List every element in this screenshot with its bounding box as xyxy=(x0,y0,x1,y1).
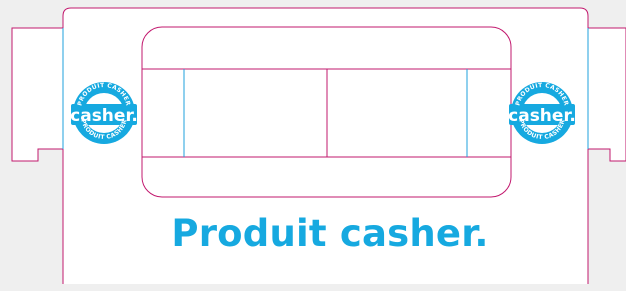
seal-word: casher. xyxy=(508,106,576,126)
left-flap xyxy=(11,27,64,162)
right-flap xyxy=(587,27,626,162)
seal-word: casher. xyxy=(70,106,138,126)
headline: Produit casher. xyxy=(171,212,489,255)
packaging-dieline: PRODUIT CASHER PRODUIT CASHER casher. PR… xyxy=(0,0,626,291)
